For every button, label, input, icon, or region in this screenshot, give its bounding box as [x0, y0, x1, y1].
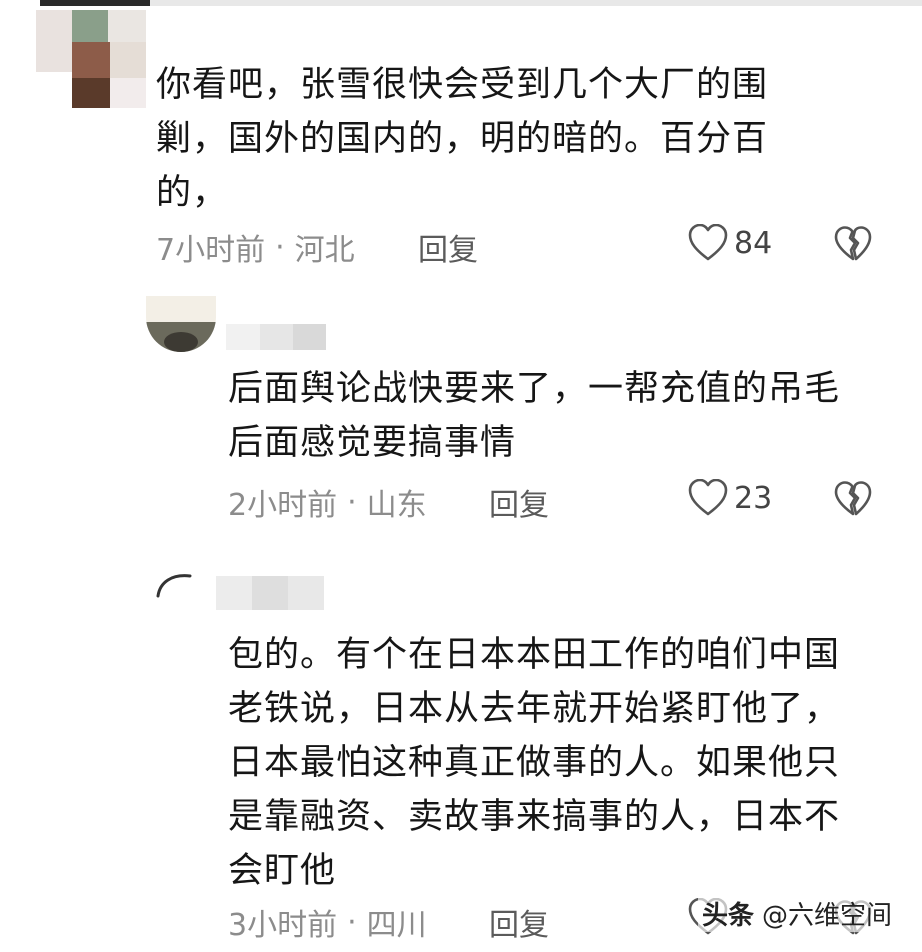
heart-outline-icon [688, 479, 728, 516]
broken-heart-icon [834, 226, 872, 261]
avatar[interactable] [146, 296, 216, 352]
meta-separator: · [275, 229, 285, 265]
comment-time: 7小时前 [156, 233, 266, 268]
username-blurred[interactable] [216, 576, 324, 610]
heart-outline-icon [688, 224, 728, 261]
reply-button[interactable]: 回复 [489, 900, 549, 944]
dislike-button[interactable] [834, 226, 872, 266]
watermark-handle: @六维空间 [761, 901, 892, 931]
comment-meta: 2小时前 · 山东 [228, 480, 427, 524]
reply-button[interactable]: 回复 [418, 225, 478, 269]
comment-time: 3小时前 [228, 908, 338, 943]
broken-heart-icon [834, 481, 872, 516]
username-blurred[interactable] [226, 324, 326, 350]
comment-item: 你看吧，张雪很快会受到几个大厂的围 剿，国外的国内的，明的暗的。百分百 的， 7… [0, 0, 922, 280]
avatar-partial-icon [156, 574, 192, 598]
comment-item: 后面舆论战快要来了，一帮充值的吊毛 后面感觉要搞事情 2小时前 · 山东 回复 … [0, 280, 922, 540]
comment-location: 四川 [366, 908, 427, 943]
comment-text: 你看吧，张雪很快会受到几个大厂的围 剿，国外的国内的，明的暗的。百分百 的， [156, 65, 769, 213]
avatar[interactable] [36, 10, 146, 108]
watermark-brand: 头条 [701, 901, 754, 931]
comment-location: 河北 [294, 233, 355, 268]
comment-meta: 7小时前 · 河北 [156, 225, 355, 269]
comment-text: 后面舆论战快要来了，一帮充值的吊毛 后面感觉要搞事情 [228, 369, 841, 463]
like-count: 23 [734, 480, 773, 516]
like-button[interactable]: 84 [688, 224, 772, 262]
watermark: 头条 @六维空间 [697, 895, 896, 932]
dislike-button[interactable] [834, 481, 872, 521]
like-button[interactable]: 23 [688, 479, 772, 517]
avatar[interactable] [150, 568, 200, 598]
meta-separator: · [347, 484, 357, 520]
comment-text: 包的。有个在日本本田工作的咱们中国 老铁说，日本从去年就开始紧盯他了， 日本最怕… [228, 635, 841, 891]
comment-time: 2小时前 [228, 488, 338, 523]
meta-separator: · [347, 904, 357, 940]
reply-button[interactable]: 回复 [489, 480, 549, 524]
like-count: 84 [734, 225, 773, 261]
comment-location: 山东 [366, 488, 427, 523]
comment-item: 包的。有个在日本本田工作的咱们中国 老铁说，日本从去年就开始紧盯他了， 日本最怕… [0, 540, 922, 952]
comment-meta: 3小时前 · 四川 [228, 900, 427, 944]
